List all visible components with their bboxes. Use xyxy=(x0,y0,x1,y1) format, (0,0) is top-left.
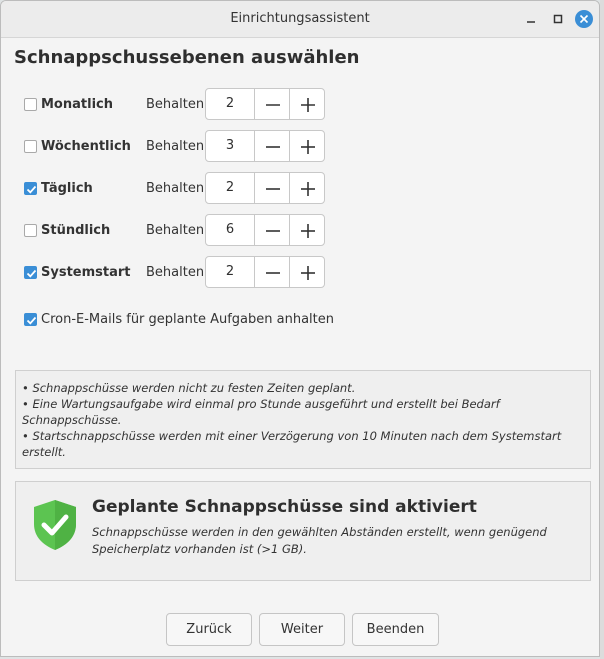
label-weekly: Wöchentlich xyxy=(41,139,131,154)
minus-icon xyxy=(266,146,280,148)
increment-button-boot[interactable] xyxy=(289,257,325,287)
info-line: • Eine Wartungsaufgabe wird einmal pro S… xyxy=(22,397,500,427)
keep-label: Behalten xyxy=(146,223,205,238)
checkbox-boot[interactable] xyxy=(24,266,37,279)
plus-icon xyxy=(301,182,315,196)
title-bar: Einrichtungsassistent xyxy=(1,1,599,38)
minus-icon xyxy=(266,104,280,106)
checkmark-icon xyxy=(26,269,37,278)
spinner-boot: 2 xyxy=(205,256,325,288)
minus-icon xyxy=(266,230,280,232)
background-window-edge xyxy=(600,0,604,659)
keep-label: Behalten xyxy=(146,139,205,154)
keep-label: Behalten xyxy=(146,181,205,196)
next-button[interactable]: Weiter xyxy=(259,613,345,646)
info-box: • Schnappschüsse werden nicht zu festen … xyxy=(15,370,591,469)
level-row-monthly: Monatlich Behalten 2 xyxy=(1,88,341,122)
decrement-button-daily[interactable] xyxy=(254,173,290,203)
checkbox-hourly[interactable] xyxy=(24,224,37,237)
close-button[interactable] xyxy=(574,9,594,29)
close-icon xyxy=(575,10,593,28)
checkbox-weekly[interactable] xyxy=(24,140,37,153)
minimize-icon xyxy=(527,21,535,23)
spinner-weekly: 3 xyxy=(205,130,325,162)
spinner-daily: 2 xyxy=(205,172,325,204)
spinner-value-hourly[interactable]: 6 xyxy=(206,215,254,245)
decrement-button-hourly[interactable] xyxy=(254,215,290,245)
keep-label: Behalten xyxy=(146,97,205,112)
plus-icon xyxy=(301,140,315,154)
plus-icon xyxy=(301,224,315,238)
shield-check-icon xyxy=(34,500,76,550)
label-monthly: Monatlich xyxy=(41,97,113,112)
label-daily: Täglich xyxy=(41,181,93,196)
level-row-hourly: Stündlich Behalten 6 xyxy=(1,214,341,248)
info-line: • Schnappschüsse werden nicht zu festen … xyxy=(22,381,356,395)
spinner-value-daily[interactable]: 2 xyxy=(206,173,254,203)
info-line: • Startschnappschüsse werden mit einer V… xyxy=(22,429,562,459)
status-description: Schnappschüsse werden in den gewählten A… xyxy=(92,525,547,556)
maximize-button[interactable] xyxy=(548,9,568,29)
spinner-value-monthly[interactable]: 2 xyxy=(206,89,254,119)
page-heading: Schnappschussebenen auswählen xyxy=(14,47,360,68)
plus-icon xyxy=(301,98,315,112)
cron-label[interactable]: Cron-E-Mails für geplante Aufgaben anhal… xyxy=(41,312,334,327)
back-button[interactable]: Zurück xyxy=(166,613,252,646)
spinner-hourly: 6 xyxy=(205,214,325,246)
cron-row: Cron-E-Mails für geplante Aufgaben anhal… xyxy=(1,307,401,331)
spinner-monthly: 2 xyxy=(205,88,325,120)
decrement-button-monthly[interactable] xyxy=(254,89,290,119)
decrement-button-weekly[interactable] xyxy=(254,131,290,161)
spinner-value-weekly[interactable]: 3 xyxy=(206,131,254,161)
finish-button[interactable]: Beenden xyxy=(352,613,439,646)
checkbox-daily[interactable] xyxy=(24,182,37,195)
increment-button-monthly[interactable] xyxy=(289,89,325,119)
decrement-button-boot[interactable] xyxy=(254,257,290,287)
checkbox-cron[interactable] xyxy=(24,313,37,326)
status-title: Geplante Schnappschüsse sind aktiviert xyxy=(92,497,477,517)
increment-button-daily[interactable] xyxy=(289,173,325,203)
checkmark-icon xyxy=(26,185,37,194)
level-row-daily: Täglich Behalten 2 xyxy=(1,172,341,206)
maximize-icon xyxy=(553,14,563,24)
minus-icon xyxy=(266,188,280,190)
increment-button-weekly[interactable] xyxy=(289,131,325,161)
keep-label: Behalten xyxy=(146,265,205,280)
checkmark-icon xyxy=(26,316,37,325)
checkbox-monthly[interactable] xyxy=(24,98,37,111)
minimize-button[interactable] xyxy=(521,9,541,29)
spinner-value-boot[interactable]: 2 xyxy=(206,257,254,287)
status-box: Geplante Schnappschüsse sind aktiviert S… xyxy=(15,481,591,581)
increment-button-hourly[interactable] xyxy=(289,215,325,245)
level-row-weekly: Wöchentlich Behalten 3 xyxy=(1,130,341,164)
setup-wizard-window: Einrichtungsassistent Schnappschussebene… xyxy=(0,0,600,657)
minus-icon xyxy=(266,272,280,274)
label-hourly: Stündlich xyxy=(41,223,111,238)
label-boot: Systemstart xyxy=(41,265,131,280)
level-row-boot: Systemstart Behalten 2 xyxy=(1,256,341,290)
plus-icon xyxy=(301,266,315,280)
window-title: Einrichtungsassistent xyxy=(230,11,370,26)
